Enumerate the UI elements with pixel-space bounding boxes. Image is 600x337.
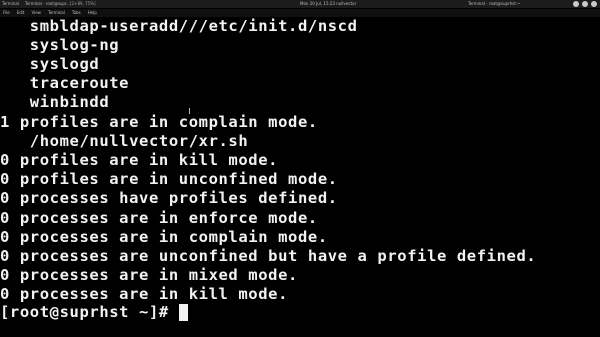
terminal-line: 0 processes are in complain mode. (0, 228, 328, 246)
menu-view[interactable]: View (31, 9, 41, 17)
taskbar-tab-terminal[interactable]: Terminal (2, 0, 19, 8)
menu-help[interactable]: Help (88, 9, 97, 17)
command-prompt-line[interactable]: [root@suprhst ~]# (0, 303, 188, 322)
menu-file[interactable]: File (3, 9, 10, 17)
system-tray-status: [2+89, 75%] (70, 1, 96, 6)
terminal-line: 0 processes are unconfined but have a pr… (0, 247, 537, 265)
terminal-output[interactable]: smbldap-useradd///etc/init.d/nscd syslog… (0, 17, 600, 337)
terminal-line: 0 processes are in mixed mode. (0, 266, 298, 284)
mouse-ibeam-cursor (189, 108, 190, 114)
minimize-icon[interactable] (573, 1, 579, 7)
terminal-line: /home/nullvector/xr.sh (0, 132, 249, 150)
taskbar-tab-terminal-root[interactable]: Terminal - root@supr... (25, 0, 70, 8)
terminal-line: 0 profiles are in unconfined mode. (0, 170, 338, 188)
clock[interactable]: Mon 20 Jul, 15:23 nullvector (300, 0, 356, 8)
terminal-line: syslogd (0, 55, 100, 73)
terminal-line: syslog-ng (0, 36, 120, 54)
window-controls (573, 1, 597, 7)
menu-tabs[interactable]: Tabs (72, 9, 81, 17)
menu-edit[interactable]: Edit (17, 9, 25, 17)
terminal-line: 0 processes are in enforce mode. (0, 209, 318, 227)
terminal-line: 0 processes are in kill mode. (0, 285, 289, 303)
system-top-panel: Terminal Terminal - root@supr... [2+89, … (0, 0, 600, 8)
window-title: Terminal - root@suprhst:~ (468, 1, 521, 6)
menu-terminal[interactable]: Terminal (48, 9, 65, 17)
terminal-line: 0 profiles are in kill mode. (0, 151, 279, 169)
terminal-line: winbindd (0, 93, 110, 111)
menu-bar: File Edit View Terminal Tabs Help (0, 9, 600, 17)
maximize-icon[interactable] (582, 1, 588, 7)
shell-prompt: [root@suprhst ~]# (0, 303, 169, 321)
terminal-line: 0 processes have profiles defined. (0, 189, 338, 207)
terminal-line: traceroute (0, 74, 130, 92)
terminal-line: smbldap-useradd///etc/init.d/nscd (0, 17, 358, 35)
text-cursor (178, 304, 188, 321)
terminal-line: 1 profiles are in complain mode. (0, 113, 318, 131)
taskbar-tabs: Terminal Terminal - root@supr... (2, 0, 70, 8)
close-icon[interactable] (591, 1, 597, 7)
